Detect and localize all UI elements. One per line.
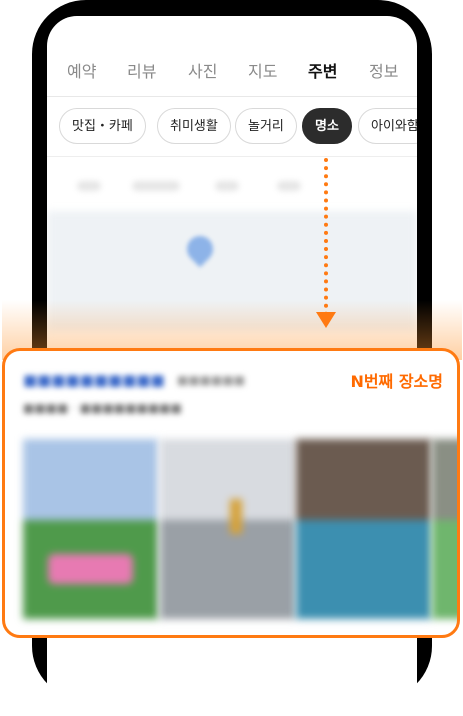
place-name-blurred: ■■■■■■■■■■ [23, 371, 165, 389]
place-photo-4[interactable] [432, 439, 457, 619]
place-category-blurred: ■■■■■■ [177, 373, 246, 387]
tab-nearby[interactable]: 주변 [308, 58, 337, 82]
tab-photos[interactable]: 사진 [188, 58, 217, 82]
arrow-down-icon [324, 158, 328, 316]
tab-bar: 예약 리뷰 사진 지도 주변 정보 [47, 16, 417, 97]
chip-entertainment[interactable]: 놀거리 [235, 108, 297, 144]
blurred-filter-row [47, 176, 417, 196]
tab-reviews[interactable]: 리뷰 [127, 58, 156, 82]
arrow-head [316, 312, 336, 328]
chip-attractions[interactable]: 명소 [302, 108, 352, 144]
nth-place-label: N번째 장소명 [350, 372, 443, 391]
tab-reservation[interactable]: 예약 [67, 58, 96, 82]
place-meta-blurred: ■■■■ · ■■■■■■■■■ [23, 401, 182, 415]
chip-hobbies[interactable]: 취미생활 [157, 108, 231, 144]
place-photo-1[interactable] [23, 439, 158, 619]
place-photo-3[interactable] [296, 439, 431, 619]
tab-info[interactable]: 정보 [369, 58, 398, 82]
category-chips: 맛집・카페 취미생활 놀거리 명소 아이와함 [47, 98, 417, 157]
place-photo-2[interactable] [160, 439, 295, 619]
chip-restaurants-cafes[interactable]: 맛집・카페 [59, 108, 146, 144]
tab-map[interactable]: 지도 [248, 58, 277, 82]
highlighted-place-card[interactable]: ■■■■■■■■■■ ■■■■■■ ■■■■ · ■■■■■■■■■ N번째 장… [2, 348, 460, 638]
chip-with-kids[interactable]: 아이와함 [358, 108, 417, 144]
